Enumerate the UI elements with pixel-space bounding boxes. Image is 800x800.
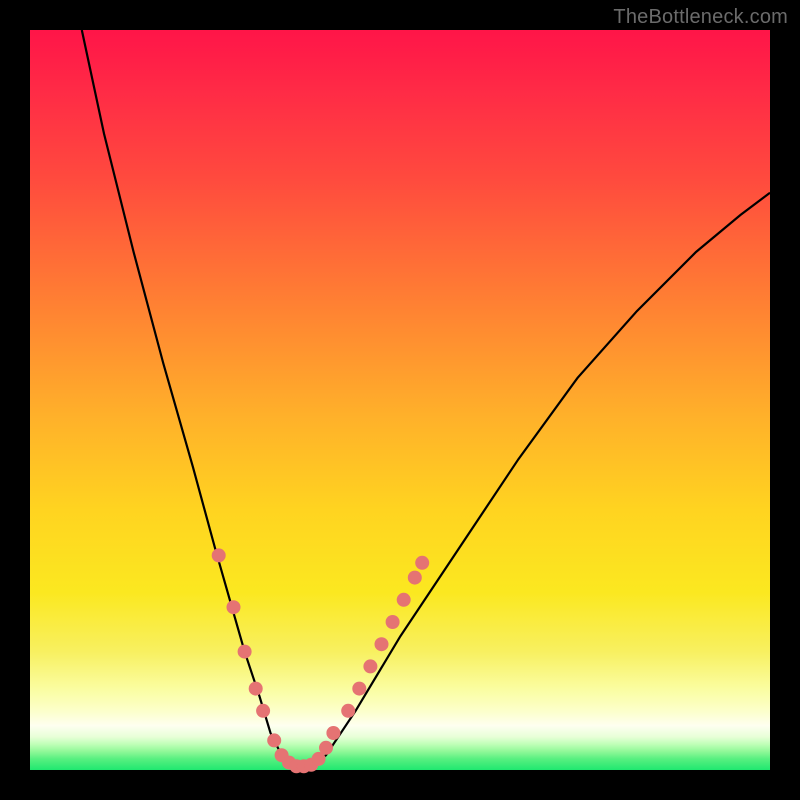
highlight-dot <box>319 741 333 755</box>
highlight-dot <box>227 600 241 614</box>
watermark-text: TheBottleneck.com <box>613 6 788 29</box>
bottleneck-curve <box>82 30 770 766</box>
highlight-dot <box>397 593 411 607</box>
highlight-dot <box>363 659 377 673</box>
highlight-dot <box>375 637 389 651</box>
highlight-dot <box>408 571 422 585</box>
highlight-dot <box>267 733 281 747</box>
highlight-dots <box>212 548 430 773</box>
highlight-dot <box>326 726 340 740</box>
highlight-dot <box>212 548 226 562</box>
chart-frame: TheBottleneck.com <box>0 0 800 800</box>
highlight-dot <box>249 682 263 696</box>
highlight-dot <box>415 556 429 570</box>
highlight-dot <box>341 704 355 718</box>
highlight-dot <box>238 645 252 659</box>
highlight-dot <box>352 682 366 696</box>
curve-layer <box>30 30 770 770</box>
highlight-dot <box>256 704 270 718</box>
highlight-dot <box>386 615 400 629</box>
plot-area <box>30 30 770 770</box>
